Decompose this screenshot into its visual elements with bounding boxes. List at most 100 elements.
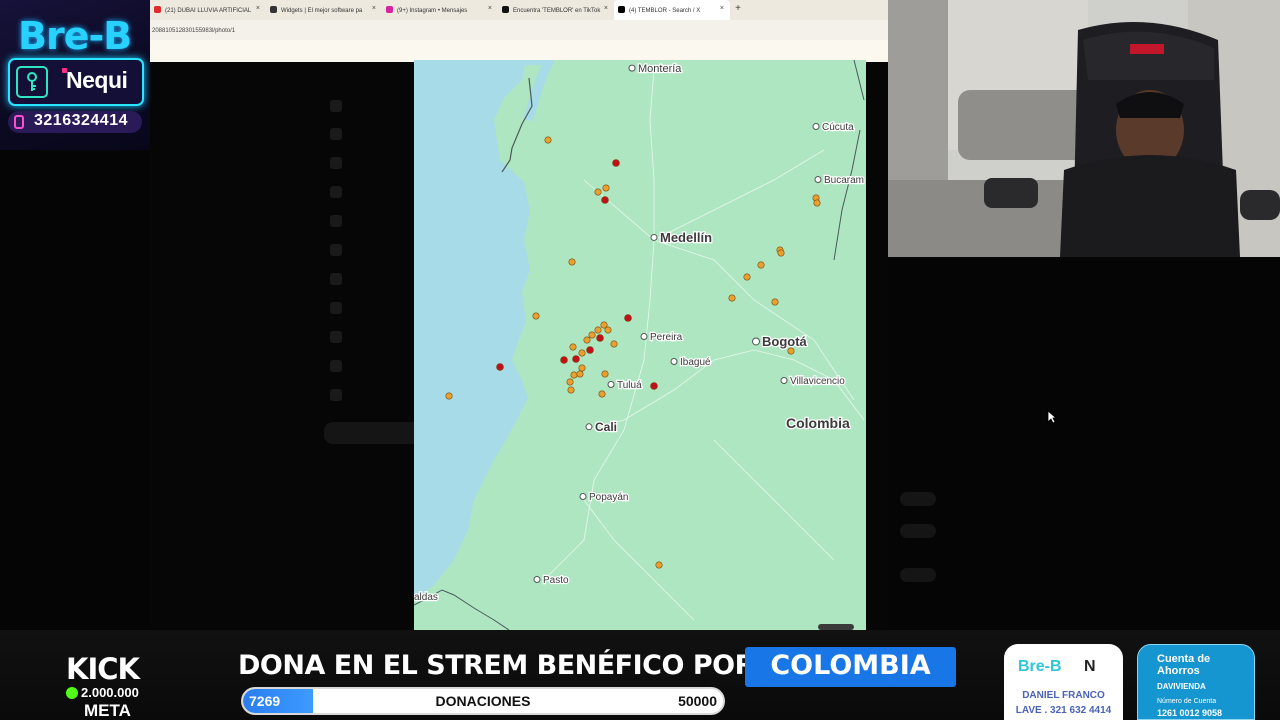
earthquake-marker-orange[interactable] [728, 294, 736, 302]
earthquake-marker-orange[interactable] [567, 386, 575, 394]
kick-logo: KICK [66, 652, 140, 686]
earthquake-marker-red[interactable] [601, 196, 609, 204]
city-marker [579, 493, 587, 500]
browser-tab[interactable]: (9+) Instagram • Mensajes × [382, 0, 498, 20]
follow-button[interactable] [900, 492, 936, 506]
city-label-popayan: Popayán [589, 492, 628, 503]
x-nav-item[interactable] [330, 184, 354, 200]
earthquake-marker-orange[interactable] [569, 343, 577, 351]
browser-tab-active[interactable]: (4) TEMBLOR - Search / X × [614, 0, 730, 20]
x-nav-item[interactable] [330, 213, 354, 229]
earthquake-marker-orange[interactable] [655, 561, 663, 569]
city-marker [670, 358, 678, 365]
earthquake-marker-orange[interactable] [594, 326, 602, 334]
breb-card: Bre-B N DANIEL FRANCO LAVE . 321 632 441… [1004, 644, 1123, 720]
phone-pill: 3216324414 [8, 111, 142, 133]
earthquake-marker-orange[interactable] [601, 370, 609, 378]
city-label-bucaramanga: Bucaram [824, 175, 864, 186]
x-nav-item[interactable] [330, 387, 354, 403]
x-nav-item[interactable] [330, 300, 354, 316]
browser-window: (21) DUBAI LLUVIA ARTIFICIAL × Widgets | … [150, 0, 888, 62]
earthquake-marker-red[interactable] [624, 314, 632, 322]
earthquake-marker-orange[interactable] [588, 331, 596, 339]
breb-logo: Bre-B [18, 14, 132, 58]
earthquake-marker-orange[interactable] [578, 349, 586, 357]
city-label-pereira: Pereira [650, 332, 683, 343]
x-nav-item[interactable] [330, 98, 354, 114]
account-holder: DANIEL FRANCO [1022, 690, 1105, 701]
browser-tab[interactable]: Widgets | El mejor software pa × [266, 0, 382, 20]
earthquake-marker-red[interactable] [586, 346, 594, 354]
breb-card-logo: Bre-B [1018, 658, 1062, 675]
earthquake-marker-orange[interactable] [777, 249, 785, 257]
earthquake-marker-orange[interactable] [610, 340, 618, 348]
close-tab-icon[interactable]: × [372, 5, 376, 12]
earthquake-marker-orange[interactable] [757, 261, 765, 269]
earthquake-marker-orange[interactable] [771, 298, 779, 306]
x-nav-item[interactable] [330, 271, 354, 287]
earthquake-marker-orange[interactable] [544, 136, 552, 144]
progress-label: DONACIONES [435, 693, 531, 709]
browser-tab[interactable]: (21) DUBAI LLUVIA ARTIFICIAL × [150, 0, 266, 20]
earthquake-marker-orange[interactable] [594, 188, 602, 196]
progress-current: 7269 [249, 693, 281, 709]
x-nav-item[interactable] [330, 329, 354, 345]
earthquake-marker-red[interactable] [572, 355, 580, 363]
earthquake-marker-red[interactable] [650, 382, 658, 390]
x-nav-item[interactable] [330, 126, 354, 142]
city-label-colombia: Colombia [786, 415, 850, 431]
browser-tab[interactable]: Encuentra 'TEMBLOR' en TikTok × [498, 0, 614, 20]
earthquake-marker-orange[interactable] [570, 371, 578, 379]
earthquake-marker-orange[interactable] [602, 184, 610, 192]
earthquake-marker-orange[interactable] [578, 364, 586, 372]
earthquake-marker-orange[interactable] [568, 258, 576, 266]
nav-icon [330, 360, 342, 372]
earthquake-map[interactable]: Montería Cúcuta Bucaram Medellín Pereira Bogo… [414, 60, 866, 630]
earthquake-marker-orange[interactable] [604, 326, 612, 334]
account-number-label: Número de Cuenta [1157, 698, 1217, 705]
earthquake-marker-orange[interactable] [743, 273, 751, 281]
earthquake-marker-red[interactable] [612, 159, 620, 167]
goal-amount: 2.000.000 [81, 685, 139, 700]
nav-icon [330, 244, 342, 256]
phone-icon [14, 115, 24, 129]
earthquake-marker-orange[interactable] [566, 378, 574, 386]
city-marker [533, 576, 541, 583]
city-label-monteria: Montería [638, 63, 682, 75]
earthquake-marker-red[interactable] [496, 363, 504, 371]
key-icon [16, 66, 48, 98]
follow-button[interactable] [900, 568, 936, 582]
x-nav-item[interactable] [330, 242, 354, 258]
bank-account-type: Cuenta de Ahorros [1157, 653, 1211, 677]
donation-bar: KICK 2.000.000 META DONA EN EL STREM BEN… [0, 630, 1280, 720]
nav-icon [330, 389, 342, 401]
close-tab-icon[interactable]: × [720, 5, 724, 12]
city-marker [812, 123, 820, 130]
bank-card: Cuenta de Ahorros DAVIVIENDA Número de C… [1137, 644, 1255, 720]
goal-meta-label: META [84, 701, 131, 720]
earthquake-marker-orange[interactable] [532, 312, 540, 320]
close-tab-icon[interactable]: × [488, 5, 492, 12]
earthquake-marker-orange[interactable] [576, 370, 584, 378]
city-marker [585, 423, 593, 431]
x-nav-item[interactable] [330, 358, 354, 374]
x-nav-item[interactable] [330, 155, 354, 171]
earthquake-marker-orange[interactable] [583, 336, 591, 344]
earthquake-marker-orange[interactable] [598, 390, 606, 398]
post-button[interactable] [324, 422, 420, 444]
city-marker [752, 337, 760, 346]
instagram-icon [386, 6, 393, 13]
address-bar[interactable]: 208810512830155983l/photo/1 [150, 24, 888, 40]
earthquake-marker-red[interactable] [596, 334, 604, 342]
nav-icon [330, 215, 342, 227]
earthquake-marker-orange[interactable] [813, 199, 821, 207]
earthquake-marker-orange[interactable] [445, 392, 453, 400]
city-marker [780, 377, 788, 384]
breb-key: LAVE . 321 632 4414 [1015, 705, 1112, 716]
new-tab-button[interactable]: + [730, 0, 746, 20]
follow-button[interactable] [900, 524, 936, 538]
close-tab-icon[interactable]: × [256, 5, 260, 12]
earthquake-marker-red[interactable] [560, 356, 568, 364]
close-tab-icon[interactable]: × [604, 5, 608, 12]
city-label-cali: Cali [595, 420, 617, 434]
